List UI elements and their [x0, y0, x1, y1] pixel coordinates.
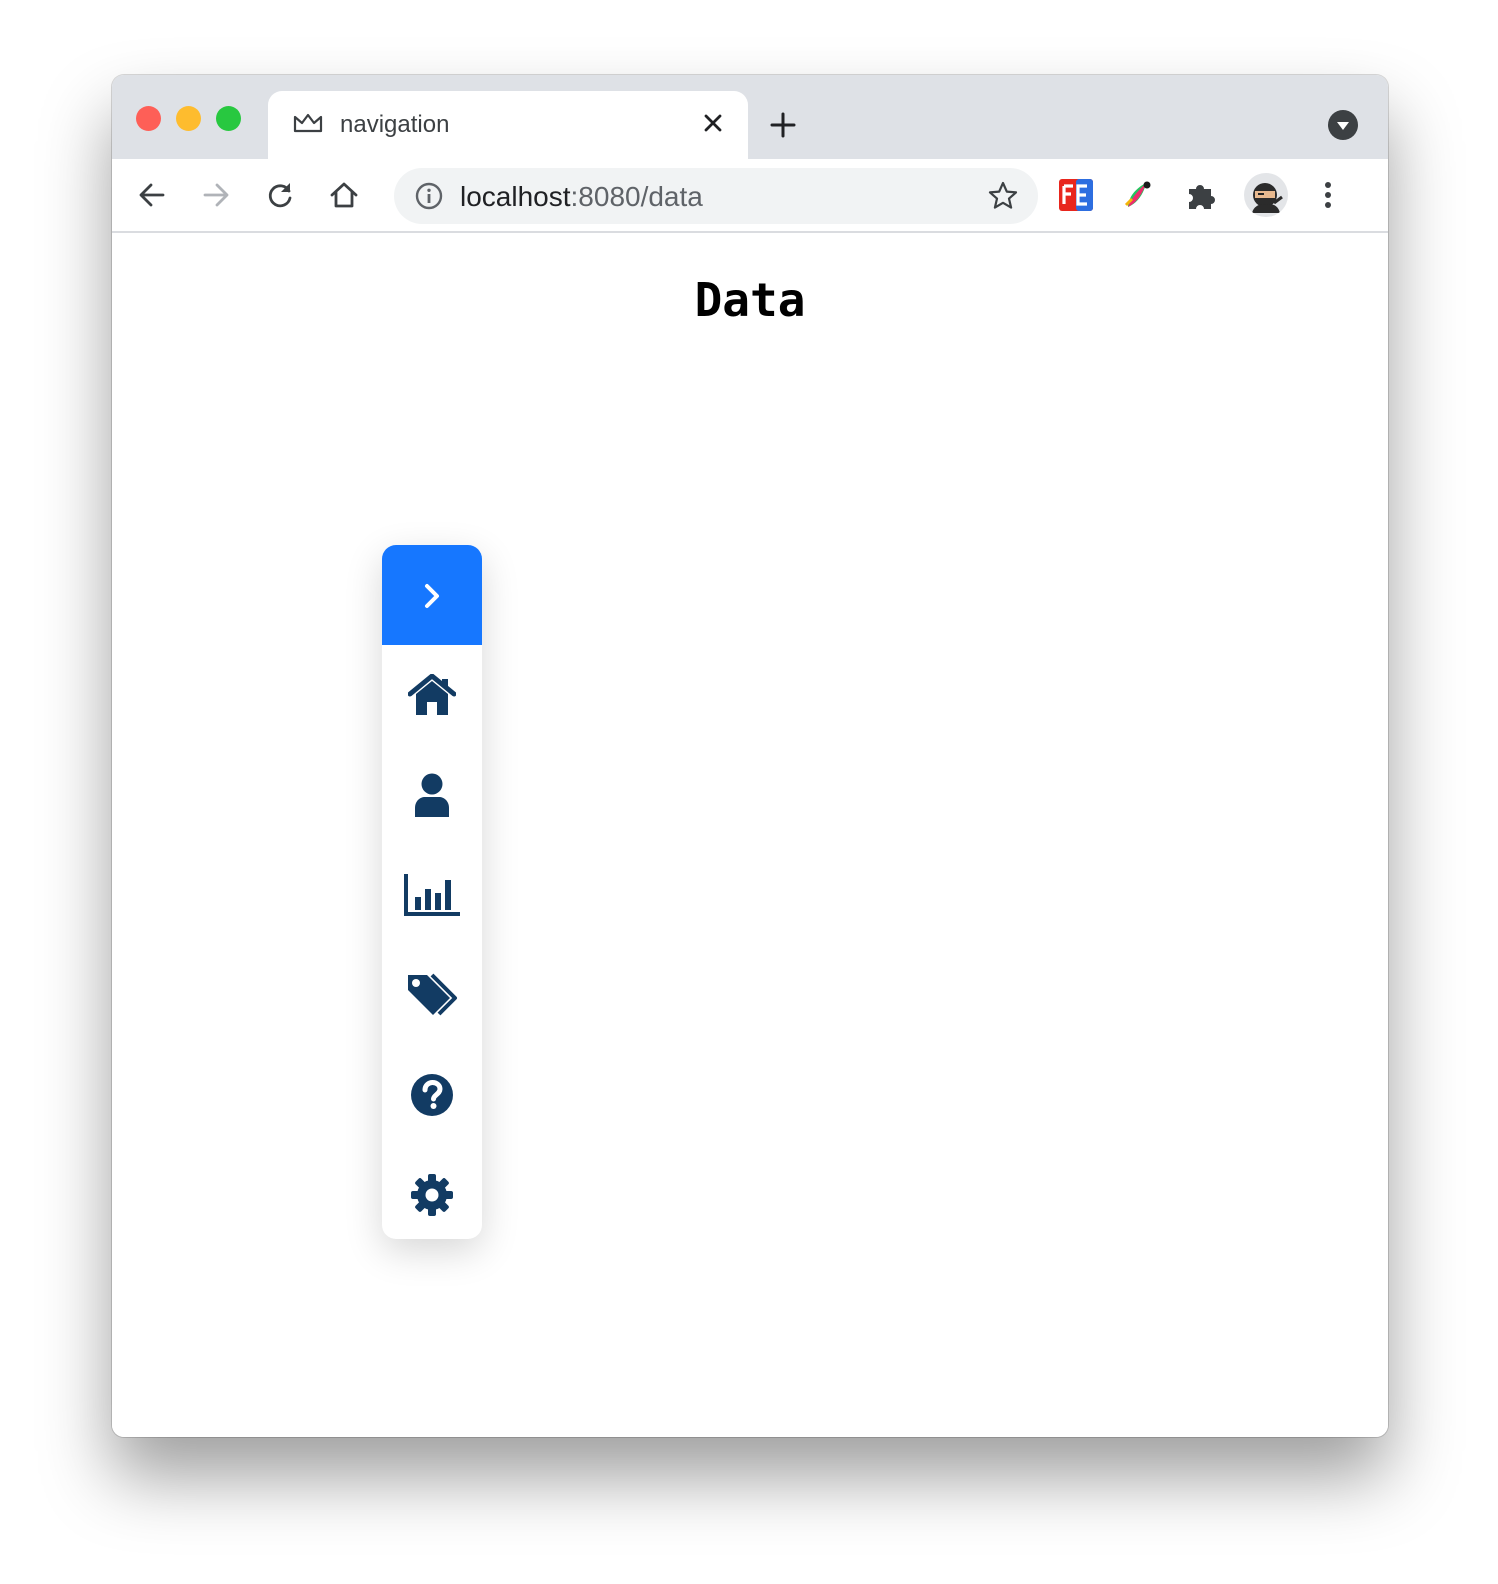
address-host: localhost — [460, 181, 571, 212]
profile-avatar[interactable] — [1244, 173, 1288, 217]
tab-search-button[interactable] — [1328, 110, 1358, 140]
address-bar[interactable]: localhost:8080/data — [394, 168, 1038, 224]
chevron-right-icon — [425, 584, 439, 608]
tab-close-icon[interactable] — [698, 108, 728, 138]
back-arrow-icon[interactable] — [134, 177, 170, 213]
page-content: Data — [112, 233, 1388, 1437]
star-icon[interactable] — [986, 179, 1020, 213]
minimize-window-button[interactable] — [176, 106, 201, 131]
close-window-button[interactable] — [136, 106, 161, 131]
forward-arrow-icon[interactable] — [198, 177, 234, 213]
browser-tab[interactable]: navigation — [268, 91, 748, 159]
ninja-avatar-icon — [1252, 183, 1283, 213]
sidebar-item-home[interactable] — [382, 645, 482, 745]
sidebar-nav — [382, 545, 482, 1239]
window-controls — [136, 106, 241, 131]
address-path: :8080/data — [570, 181, 703, 212]
color-picker-extension-icon[interactable] — [1118, 175, 1158, 215]
tags-icon — [408, 973, 457, 1016]
reload-icon[interactable] — [262, 177, 298, 213]
browser-toolbar: localhost:8080/data — [112, 159, 1388, 233]
home-icon — [408, 674, 456, 715]
page-title: Data — [694, 273, 806, 327]
sidebar-item-user[interactable] — [382, 745, 482, 845]
info-icon[interactable] — [414, 181, 444, 211]
browser-window: navigation localhost:8080/data Data — [112, 75, 1388, 1437]
user-icon — [415, 773, 449, 817]
address-text[interactable]: localhost:8080/data — [460, 181, 703, 213]
sidebar-item-help[interactable] — [382, 1045, 482, 1145]
browser-titlebar: navigation — [112, 75, 1388, 159]
maximize-window-button[interactable] — [216, 106, 241, 131]
sidebar-item-chart[interactable] — [382, 845, 482, 945]
new-tab-icon[interactable] — [768, 110, 798, 140]
fe-extension-icon[interactable] — [1056, 175, 1096, 215]
sidebar-item-settings[interactable] — [382, 1145, 482, 1239]
sidebar-item-tags[interactable] — [382, 945, 482, 1045]
chevron-down-icon — [1337, 122, 1349, 130]
crown-icon — [293, 113, 323, 133]
gear-icon — [411, 1174, 453, 1216]
question-circle-icon — [411, 1074, 453, 1116]
chart-bar-icon — [404, 874, 460, 916]
tab-title: navigation — [340, 111, 450, 138]
home-button-icon[interactable] — [326, 177, 362, 213]
puzzle-extensions-icon[interactable] — [1182, 175, 1222, 215]
sidebar-toggle-button[interactable] — [382, 545, 482, 645]
more-menu-icon[interactable] — [1308, 175, 1348, 215]
